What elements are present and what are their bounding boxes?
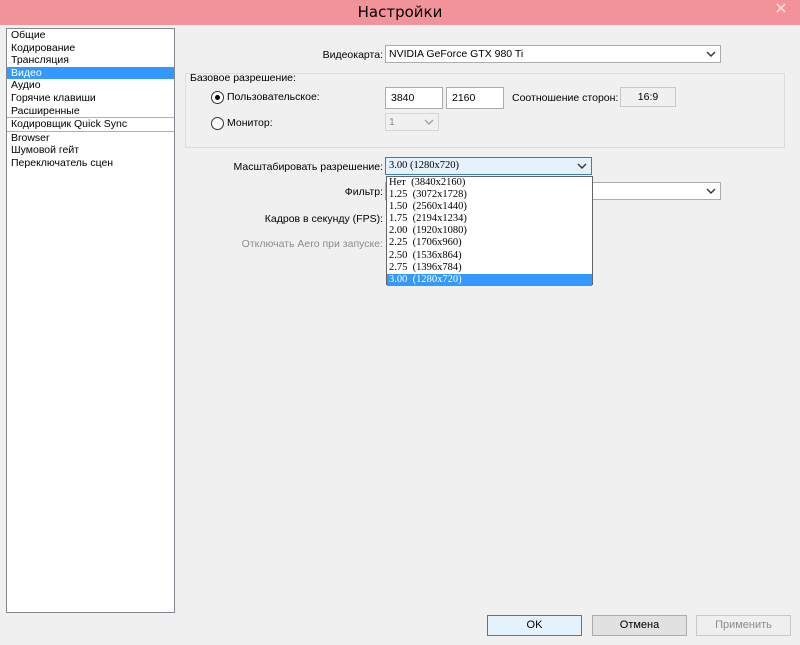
settings-sidebar: Общие Кодирование Трансляция Видео Аудио…: [6, 28, 175, 613]
video-adapter-select[interactable]: NVIDIA GeForce GTX 980 Ti: [385, 45, 721, 63]
monitor-value: 1: [389, 116, 395, 128]
window-title: Настройки: [357, 3, 443, 21]
chevron-down-icon: [577, 163, 587, 169]
downscale-option[interactable]: 1.25 (3072x1728): [387, 189, 592, 201]
downscale-dropdown-list: Нет (3840x2160) 1.25 (3072x1728) 1.50 (2…: [386, 176, 593, 286]
settings-window: Общие Кодирование Трансляция Видео Аудио…: [0, 25, 800, 645]
custom-resolution-radio[interactable]: [211, 91, 224, 104]
sidebar-item-quick-sync[interactable]: Кодировщик Quick Sync: [7, 117, 174, 131]
sidebar-item-broadcast[interactable]: Трансляция: [7, 54, 174, 67]
monitor-label: Монитор:: [227, 117, 273, 129]
downscale-label: Масштабировать разрешение:: [233, 161, 383, 173]
filter-label: Фильтр:: [344, 186, 383, 198]
downscale-option[interactable]: 2.50 (1536x864): [387, 250, 592, 262]
close-icon: [776, 3, 786, 13]
ok-button[interactable]: OK: [487, 615, 582, 636]
downscale-option[interactable]: 1.50 (2560x1440): [387, 201, 592, 213]
downscale-option[interactable]: 1.75 (2194x1234): [387, 213, 592, 225]
monitor-radio[interactable]: [211, 117, 224, 130]
height-input[interactable]: 2160: [446, 87, 504, 109]
disable-aero-label: Отключать Aero при запуске:: [241, 238, 383, 250]
sidebar-item-hotkeys[interactable]: Горячие клавиши: [7, 92, 174, 105]
aspect-ratio-label: Соотношение сторон:: [512, 92, 619, 104]
aspect-ratio-value: 16:9: [637, 91, 659, 103]
downscale-option[interactable]: 2.75 (1396x784): [387, 262, 592, 274]
custom-resolution-label: Пользовательское:: [227, 91, 320, 103]
title-bar: Настройки: [0, 0, 800, 25]
fps-label: Кадров в секунду (FPS):: [264, 213, 383, 225]
downscale-value: 3.00 (1280x720): [389, 160, 459, 171]
chevron-down-icon: [706, 51, 716, 57]
video-adapter-label: Видеокарта:: [322, 49, 383, 61]
apply-button[interactable]: Применить: [696, 615, 791, 636]
chevron-down-icon: [424, 119, 434, 125]
sidebar-item-video[interactable]: Видео: [7, 66, 174, 80]
monitor-select[interactable]: 1: [385, 113, 439, 131]
sidebar-item-browser[interactable]: Browser: [7, 130, 174, 145]
downscale-select[interactable]: 3.00 (1280x720): [385, 157, 592, 175]
height-value: 2160: [452, 92, 476, 104]
chevron-down-icon: [706, 188, 716, 194]
sidebar-item-encoding[interactable]: Кодирование: [7, 42, 174, 55]
video-adapter-value: NVIDIA GeForce GTX 980 Ti: [389, 48, 524, 60]
aspect-ratio-field: 16:9: [620, 87, 676, 107]
downscale-option[interactable]: 2.00 (1920x1080): [387, 225, 592, 237]
cancel-button[interactable]: Отмена: [592, 615, 687, 636]
close-button[interactable]: [770, 0, 792, 18]
downscale-option[interactable]: 2.25 (1706x960): [387, 237, 592, 249]
downscale-option-selected[interactable]: 3.00 (1280x720): [387, 273, 592, 286]
radio-selected-dot: [215, 95, 220, 100]
sidebar-item-general[interactable]: Общие: [7, 29, 174, 42]
base-resolution-group: [185, 73, 785, 148]
sidebar-item-noise-gate[interactable]: Шумовой гейт: [7, 144, 174, 157]
width-value: 3840: [391, 92, 415, 104]
downscale-option[interactable]: Нет (3840x2160): [387, 177, 592, 189]
sidebar-item-scene-switcher[interactable]: Переключатель сцен: [7, 157, 174, 170]
width-input[interactable]: 3840: [385, 87, 443, 109]
sidebar-item-advanced[interactable]: Расширенные: [7, 105, 174, 118]
sidebar-item-audio[interactable]: Аудио: [7, 79, 174, 92]
